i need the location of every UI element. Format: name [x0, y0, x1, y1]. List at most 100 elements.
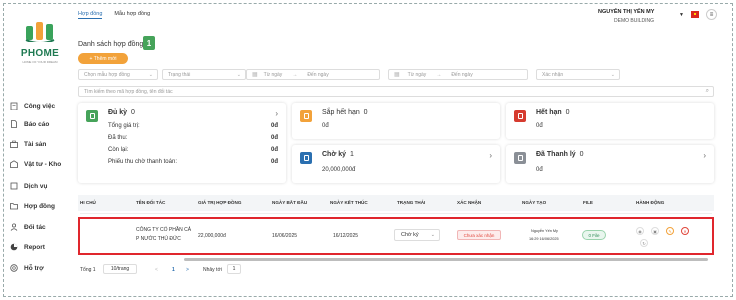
- view-icon[interactable]: ◉: [636, 227, 644, 235]
- edit-icon[interactable]: ✎: [666, 227, 674, 235]
- end-date: 16/12/2025: [333, 233, 359, 239]
- sidebar-item-ho-tro[interactable]: Hỗ trợ: [10, 262, 44, 274]
- card-value: 20,000,000đ: [322, 167, 356, 173]
- app-logo[interactable]: PHOME HOME OF YOUR DREAM: [18, 20, 62, 70]
- tab-hop-dong[interactable]: Hợp đồng: [78, 11, 103, 19]
- user-name: NGUYỄN THỊ YẾN MY: [598, 9, 655, 15]
- contract-value: 22,000,000đ: [198, 233, 226, 239]
- sidebar-item-label: Vật tư - Kho: [24, 160, 62, 168]
- to-date-input[interactable]: Đến ngày: [451, 72, 472, 78]
- user-menu[interactable]: NGUYỄN THỊ YẾN MY DEMO BUILDING: [598, 9, 678, 24]
- sidebar-item-label: Hỗ trợ: [24, 264, 44, 272]
- column-header-value: GIÁ TRỊ HỢP ĐỒNG: [198, 200, 242, 205]
- calendar-icon: ▦: [394, 72, 400, 78]
- next-page-button[interactable]: >: [186, 265, 189, 274]
- card-line-value: 0đ: [270, 159, 278, 165]
- created-at: 16:29 16/06/2025: [529, 237, 559, 241]
- chevron-right-icon[interactable]: ›: [275, 109, 278, 118]
- filter-label: Chọn mẫu hợp đồng: [84, 71, 130, 78]
- sidebar-item-cong-viec[interactable]: Công việc: [10, 100, 55, 112]
- chevron-right-icon[interactable]: ›: [703, 151, 706, 160]
- prev-page-button[interactable]: <: [155, 265, 158, 274]
- horizontal-scrollbar[interactable]: [184, 258, 708, 261]
- column-header-note: HI CHÚ: [80, 200, 96, 205]
- chevron-down-icon[interactable]: ▼: [679, 12, 684, 18]
- column-header-status: TRẠNG THÁI: [397, 200, 426, 205]
- delete-icon[interactable]: ✕: [681, 227, 689, 235]
- chevron-right-icon[interactable]: ›: [489, 151, 492, 160]
- to-date-input[interactable]: Đến ngày: [307, 72, 328, 78]
- card-line-label: Đã thu:: [108, 135, 128, 141]
- warehouse-icon: [10, 160, 18, 168]
- status-select[interactable]: Chờ ký ⌄: [394, 229, 440, 241]
- card-pending-sign[interactable]: Chờ ký 1 › 20,000,000đ: [292, 145, 500, 183]
- search-placeholder: Tìm kiếm theo mã hợp đồng, tên đối tác: [84, 88, 173, 95]
- card-value: 0đ: [536, 167, 543, 173]
- from-date-input[interactable]: Từ ngày: [408, 72, 427, 78]
- start-date: 16/06/2025: [272, 233, 298, 239]
- sidebar-item-label: Tài sản: [24, 140, 47, 148]
- card-value: 0đ: [322, 123, 329, 129]
- card-liquidated[interactable]: Đã Thanh lý 0 › 0đ: [506, 145, 714, 183]
- chart-icon: [10, 243, 18, 251]
- contract-count-badge: 1: [143, 36, 155, 50]
- search-input[interactable]: Tìm kiếm theo mã hợp đồng, tên đối tác ⌕: [78, 86, 714, 97]
- date-range-2[interactable]: ▦ Từ ngày → Đến ngày: [388, 69, 528, 80]
- sidebar: PHOME HOME OF YOUR DREAM Công việc Báo c…: [4, 4, 70, 296]
- vietnam-flag-icon[interactable]: [691, 11, 699, 18]
- logo-tagline: HOME OF YOUR DREAM: [22, 60, 58, 64]
- clipboard-icon: [10, 102, 18, 110]
- sidebar-item-dich-vu[interactable]: Dịch vụ: [10, 180, 47, 192]
- card-title: Đủ kỳ 0: [108, 109, 135, 116]
- sidebar-item-hop-dong[interactable]: Hợp đồng: [10, 200, 55, 212]
- sidebar-item-vat-tu-kho[interactable]: Vật tư - Kho: [10, 158, 61, 170]
- print-icon[interactable]: ▣: [651, 227, 659, 235]
- chevron-down-icon: ⌄: [236, 72, 241, 78]
- from-date-input[interactable]: Từ ngày: [264, 72, 283, 78]
- sidebar-item-label: Hợp đồng: [24, 202, 55, 210]
- file-badge[interactable]: 0 File: [582, 230, 606, 240]
- partner-name-line1: CÔNG TY CỔ PHẦN CẢ: [136, 227, 192, 233]
- more-icon[interactable]: ↻: [640, 239, 648, 247]
- sidebar-item-tai-san[interactable]: Tài sản: [10, 138, 46, 150]
- sidebar-item-label: Dịch vụ: [24, 182, 48, 190]
- date-range-1[interactable]: ▦ Từ ngày → Đến ngày: [246, 69, 380, 80]
- sidebar-item-report[interactable]: Report: [10, 241, 45, 253]
- status-value: Chờ ký: [401, 232, 419, 238]
- status-filter-select[interactable]: Trạng thái ⌄: [162, 69, 246, 80]
- sidebar-item-label: Đối tác: [24, 223, 46, 231]
- arrow-right-icon: →: [292, 71, 298, 78]
- page-size-select[interactable]: 10/trang: [103, 264, 137, 274]
- search-icon[interactable]: ⌕: [706, 88, 709, 95]
- card-expiring[interactable]: Sắp hết hạn 0 0đ: [292, 103, 500, 139]
- card-expired[interactable]: Hết hạn 0 0đ: [506, 103, 714, 139]
- tab-mau-hop-dong[interactable]: Mẫu hợp đồng: [114, 11, 150, 19]
- card-line-label: Còn lại:: [108, 147, 129, 153]
- sidebar-item-bao-cao[interactable]: Báo cáo: [10, 118, 49, 130]
- card-value: 0đ: [536, 123, 543, 129]
- card-line-label: Phiếu thu chờ thanh toán:: [108, 159, 177, 165]
- sidebar-item-doi-tac[interactable]: Đối tác: [10, 221, 46, 233]
- contract-type-select[interactable]: Chọn mẫu hợp đồng ⌄: [78, 69, 158, 80]
- column-header-start: NGÀY BẮT ĐẦU: [272, 200, 308, 205]
- card-title: Đã Thanh lý 0: [536, 151, 584, 158]
- column-header-confirm: XÁC NHẬN: [457, 200, 482, 205]
- goto-page-input[interactable]: 1: [227, 264, 241, 274]
- page-title: Danh sách hợp đồng: [78, 41, 144, 48]
- card-line-label: Tổng giá trị:: [108, 123, 140, 129]
- menu-button[interactable]: ≡: [706, 9, 717, 20]
- add-contract-button[interactable]: + Thêm mới: [78, 53, 128, 64]
- row-divider: [80, 213, 712, 214]
- filter-label: Trạng thái: [168, 71, 191, 78]
- expired-icon: [514, 110, 526, 122]
- confirm-filter-select[interactable]: Xác nhận ⌄: [536, 69, 620, 80]
- column-header-created: NGÀY TẠO: [522, 200, 547, 205]
- goto-label: Nhảy tới: [203, 266, 222, 273]
- arrow-right-icon: →: [436, 71, 442, 78]
- filter-label: Xác nhận: [542, 71, 564, 78]
- card-valid[interactable]: Đủ kỳ 0 › Tổng giá trị: 0đ Đã thu: 0đ Cò…: [78, 103, 286, 183]
- page-number[interactable]: 1: [172, 265, 175, 274]
- calendar-icon: [300, 110, 312, 122]
- sidebar-item-label: Công việc: [24, 102, 56, 110]
- card-line-value: 0đ: [270, 147, 278, 153]
